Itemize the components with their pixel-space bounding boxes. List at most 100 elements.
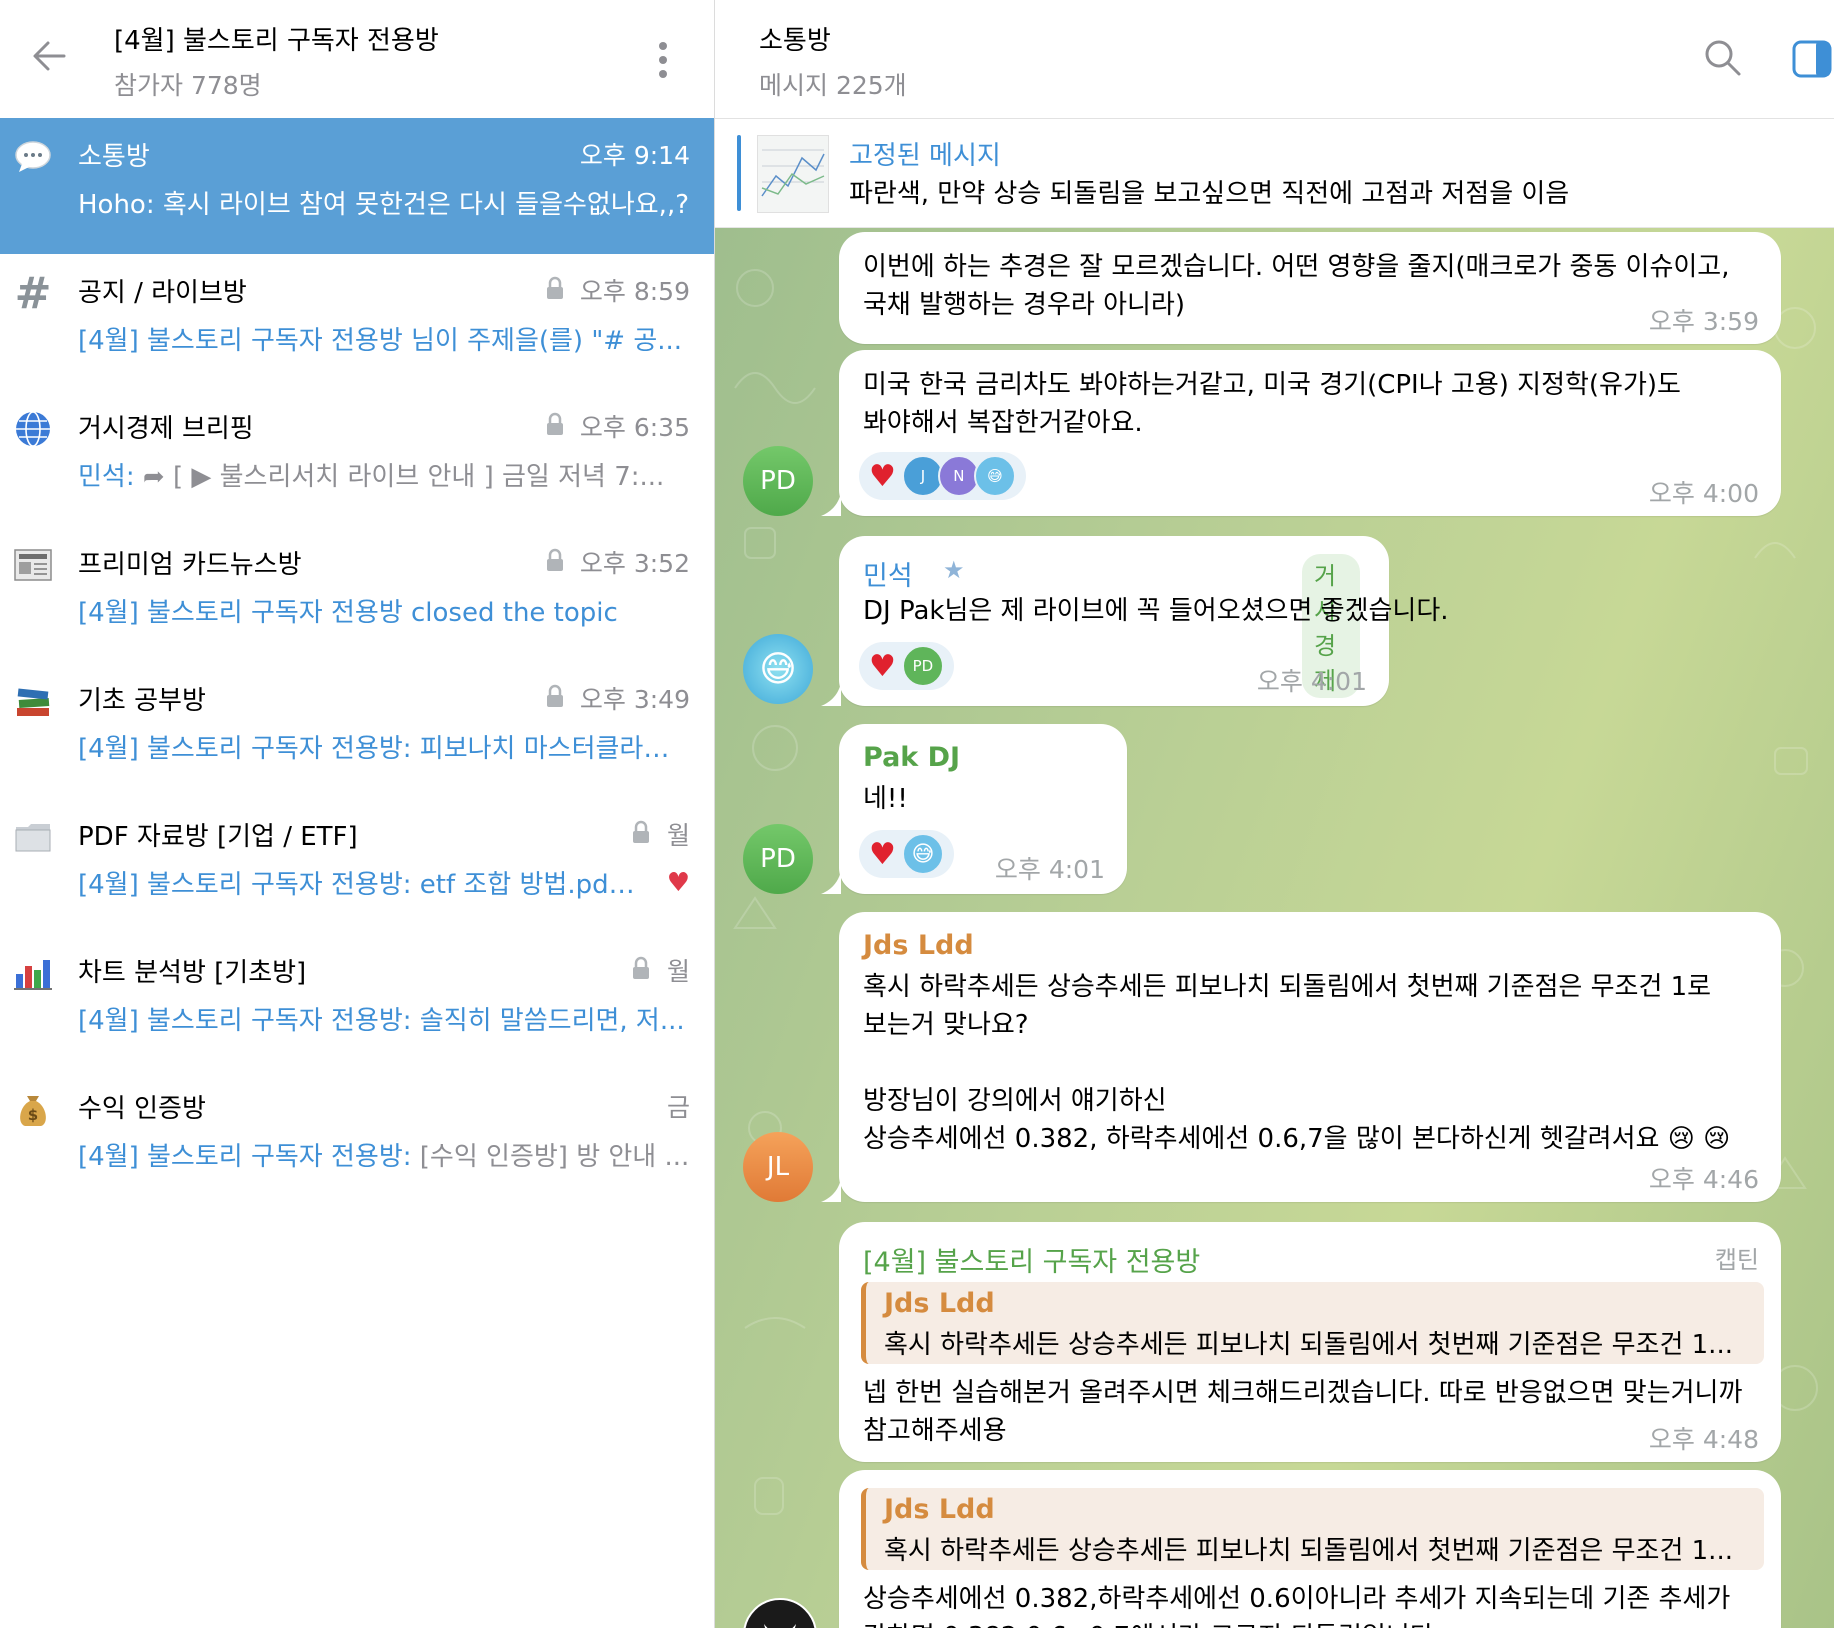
message-time: 오후 4:48 (1648, 1425, 1759, 1454)
topic-item-basic-study[interactable]: 기초 공부방 오후 3:49 [4월] 불스토리 구독자 전용방: 피보나치 마… (0, 662, 714, 798)
message-text-line: 보는거 맞나요? (863, 1010, 1029, 1040)
message-bubble[interactable]: Jds Ldd 혹시 하락추세든 상승추세든 피보나치 되돌림에서 첫번째 기준… (839, 1470, 1781, 1628)
topic-preview: 민석: ➦ [ ▶ 불스리서치 라이브 안내 ] 금일 저녁 7:... (78, 456, 690, 493)
topic-item-sotongbang[interactable]: 소통방 오후 9:14 Hoho: 혹시 라이브 참여 못한건은 다시 들을수없… (0, 118, 714, 254)
message-text-line: 봐야해서 복잡한거같아요. (863, 408, 1143, 438)
topic-name: 수익 인증방 (78, 1094, 206, 1124)
preview-sender: [4월] 불스토리 구독자 전용방: (78, 1006, 420, 1036)
sender-name[interactable]: 민석 (863, 554, 913, 593)
topic-time: 월 (666, 821, 690, 850)
message-bubble[interactable]: [4월] 불스토리 구독자 전용방 캡틴 Jds Ldd 혹시 하락추세든 상승… (839, 1222, 1781, 1462)
sender-name[interactable]: [4월] 불스토리 구독자 전용방 (863, 1240, 1200, 1279)
reactions-bar[interactable]: ♥ PD (859, 642, 954, 690)
lock-icon (547, 412, 563, 435)
preview-sender: [4월] 불스토리 구독자 전용방: (78, 870, 420, 900)
topic-preview: [4월] 불스토리 구독자 전용방: etf 조합 방법.pdf... (78, 864, 638, 901)
group-title: [4월] 불스토리 구독자 전용방 (114, 26, 439, 56)
sender-name[interactable]: Jds Ldd (863, 930, 974, 961)
message-time: 오후 3:59 (1648, 307, 1759, 336)
message-time: 오후 4:01 (1256, 667, 1367, 696)
message-count: 메시지 225개 (759, 71, 907, 100)
more-options-icon[interactable] (648, 38, 678, 82)
preview-text: [ ▶ 불스리서치 라이브 안내 ] 금일 저녁 7:... (172, 462, 665, 492)
topic-time: 오후 6:35 (579, 413, 690, 442)
topic-item-macro-briefing[interactable]: 거시경제 브리핑 오후 6:35 민석: ➦ [ ▶ 불스리서치 라이브 안내 … (0, 390, 714, 526)
topic-item-card-news[interactable]: 프리미엄 카드뉴스방 오후 3:52 [4월] 불스토리 구독자 전용방 clo… (0, 526, 714, 662)
hash-icon: # (14, 267, 52, 319)
bar-chart-icon (12, 952, 54, 994)
topic-item-chart-analysis[interactable]: 차트 분석방 [기초방] 월 [4월] 불스토리 구독자 전용방: 솔직히 말씀… (0, 934, 714, 1070)
topic-preview: [4월] 불스토리 구독자 전용방: 피보나치 마스터클라스... (78, 728, 690, 765)
message-bubble[interactable]: Pak DJ 네!! ♥ 😅 오후 4:01 (839, 724, 1127, 894)
topic-preview: [4월] 불스토리 구독자 전용방: 솔직히 말씀드리면, 저... (78, 1000, 690, 1037)
topic-time: 오후 9:14 (579, 141, 690, 170)
message-bubble[interactable]: 미국 한국 금리차도 봐야하는거같고, 미국 경기(CPI나 고용) 지정학(유… (839, 350, 1781, 516)
topic-name: 공지 / 라이브방 (78, 278, 247, 308)
reply-quote[interactable]: Jds Ldd 혹시 하락추세든 상승추세든 피보나치 되돌림에서 첫번째 기준… (861, 1488, 1764, 1570)
topic-preview: Hoho: 혹시 라이브 참여 못한건은 다시 들을수없나요,,? (78, 184, 690, 221)
message-bubble[interactable]: 이번에 하는 추경은 잘 모르겠습니다. 어떤 영향을 줄지(매크로가 중동 이… (839, 232, 1781, 344)
newspaper-icon (12, 544, 54, 586)
back-arrow-icon[interactable] (28, 34, 72, 78)
pinned-text: 파란색, 만약 상승 되돌림을 보고싶으면 직전에 고점과 저점을 이음 (849, 179, 1570, 209)
message-time: 오후 4:46 (1648, 1165, 1759, 1194)
reply-quote[interactable]: Jds Ldd 혹시 하락추세든 상승추세든 피보나치 되돌림에서 첫번째 기준… (861, 1282, 1764, 1364)
quote-text: 혹시 하락추세든 상승추세든 피보나치 되돌림에서 첫번째 기준점은 무조건 1… (884, 1330, 1733, 1360)
search-icon[interactable] (1703, 38, 1743, 78)
sidebar-toggle-icon[interactable] (1792, 40, 1832, 78)
avatar[interactable]: JL (743, 1132, 813, 1202)
money-bag-icon: $ (12, 1088, 54, 1130)
message-text-line: 미국 한국 금리차도 봐야하는거같고, 미국 경기(CPI나 고용) 지정학(유… (863, 370, 1681, 400)
topic-time: 오후 3:52 (579, 549, 690, 578)
topic-time: 금 (666, 1093, 690, 1122)
preview-sender: 민석: (78, 462, 143, 492)
avatar[interactable]: PD (743, 446, 813, 516)
topic-name: 차트 분석방 [기초방] (78, 958, 307, 988)
message-text-line: 혹시 하락추세든 상승추세든 피보나치 되돌림에서 첫번째 기준점은 무조건 1… (863, 972, 1712, 1002)
preview-text: 솔직히 말씀드리면, 저... (419, 1006, 685, 1036)
reactor-avatar: PD (901, 645, 944, 687)
heart-reaction-icon: ♥ (869, 458, 896, 494)
message-bubble[interactable]: Jds Ldd 혹시 하락추세든 상승추세든 피보나치 되돌림에서 첫번째 기준… (839, 912, 1781, 1202)
topic-time: 오후 3:49 (579, 685, 690, 714)
message-text-line: 넵 한번 실습해본거 올려주시면 체크해드리겠습니다. 따로 반응없으면 맞는거… (863, 1378, 1743, 1408)
topic-name: 소통방 (78, 142, 150, 172)
preview-sender: [4월] 불스토리 구독자 전용방: (78, 1142, 420, 1172)
sender-name[interactable]: Pak DJ (863, 742, 960, 773)
message-text-line: 상승추세에선 0.382,하락추세에선 0.6이아니라 추세가 지속되는데 기존… (863, 1584, 1731, 1614)
message-text-line: 강하면 0.382 0.6~0.7에서라 고르지 되돌림입니다 (863, 1618, 1434, 1628)
topic-item-notice-live[interactable]: # 공지 / 라이브방 오후 8:59 [4월] 불스토리 구독자 전용방 님이… (0, 254, 714, 390)
preview-text: 피보나치 마스터클라스... (419, 734, 690, 764)
lock-icon (547, 684, 563, 707)
topic-item-profit-proof[interactable]: $ 수익 인증방 금 [4월] 불스토리 구독자 전용방: [수익 인증방] 방… (0, 1070, 714, 1206)
avatar[interactable]: PD (743, 824, 813, 894)
preview-text: [4월] 불스토리 구독자 전용방 님이 주제을(를) "# 공... (78, 326, 683, 356)
speech-bubble-icon (12, 136, 54, 178)
preview-text: 혹시 라이브 참여 못한건은 다시 들을수없나요,,? (162, 190, 690, 220)
role-badge: 캡틴 (1714, 1246, 1759, 1274)
message-text-line: DJ Pak님은 제 라이브에 꼭 들어오셨으면 좋겠습니다. (863, 596, 1449, 626)
emoji-avatar[interactable]: 😅 (743, 634, 813, 704)
reactor-emoji-avatar: 😅 (901, 833, 944, 875)
group-header: [4월] 불스토리 구독자 전용방 참가자 778명 (0, 0, 714, 119)
topic-item-pdf-materials[interactable]: PDF 자료방 [기업 / ETF] 월 [4월] 불스토리 구독자 전용방: … (0, 798, 714, 934)
message-bubble[interactable]: 민석 ★ 거시경제 DJ Pak님은 제 라이브에 꼭 들어오셨으면 좋겠습니다… (839, 536, 1449, 706)
message-time: 오후 4:01 (994, 855, 1105, 884)
reactions-bar[interactable]: ♥ 😅 (859, 830, 954, 878)
pinned-message-bar[interactable]: 고정된 메시지 파란색, 만약 상승 되돌림을 보고싶으면 직전에 고점과 저점… (715, 119, 1834, 228)
svg-text:$: $ (28, 1106, 38, 1124)
topic-preview: [4월] 불스토리 구독자 전용방 님이 주제을(를) "# 공... (78, 320, 690, 357)
topic-preview: [4월] 불스토리 구독자 전용방 closed the topic (78, 592, 690, 629)
lock-icon (547, 548, 563, 571)
quote-sender: Jds Ldd (884, 1288, 995, 1319)
message-text-line: 상승추세에선 0.382, 하락추세에선 0.6,7을 많이 본다하신게 헷갈려… (863, 1124, 1731, 1154)
bubble-tail (821, 870, 841, 894)
reactions-bar[interactable]: ♥ J N 😅 (859, 452, 1026, 500)
bubble-tail (821, 492, 841, 516)
preview-text: etf 조합 방법.pdf... (419, 870, 638, 900)
topic-name: 거시경제 브리핑 (78, 414, 254, 444)
participant-count: 참가자 778명 (114, 71, 262, 100)
message-text-line: 이번에 하는 추경은 잘 모르겠습니다. 어떤 영향을 줄지(매크로가 중동 이… (863, 252, 1730, 282)
lock-icon (633, 956, 649, 979)
preview-sender: [4월] 불스토리 구독자 전용방: (78, 734, 420, 764)
